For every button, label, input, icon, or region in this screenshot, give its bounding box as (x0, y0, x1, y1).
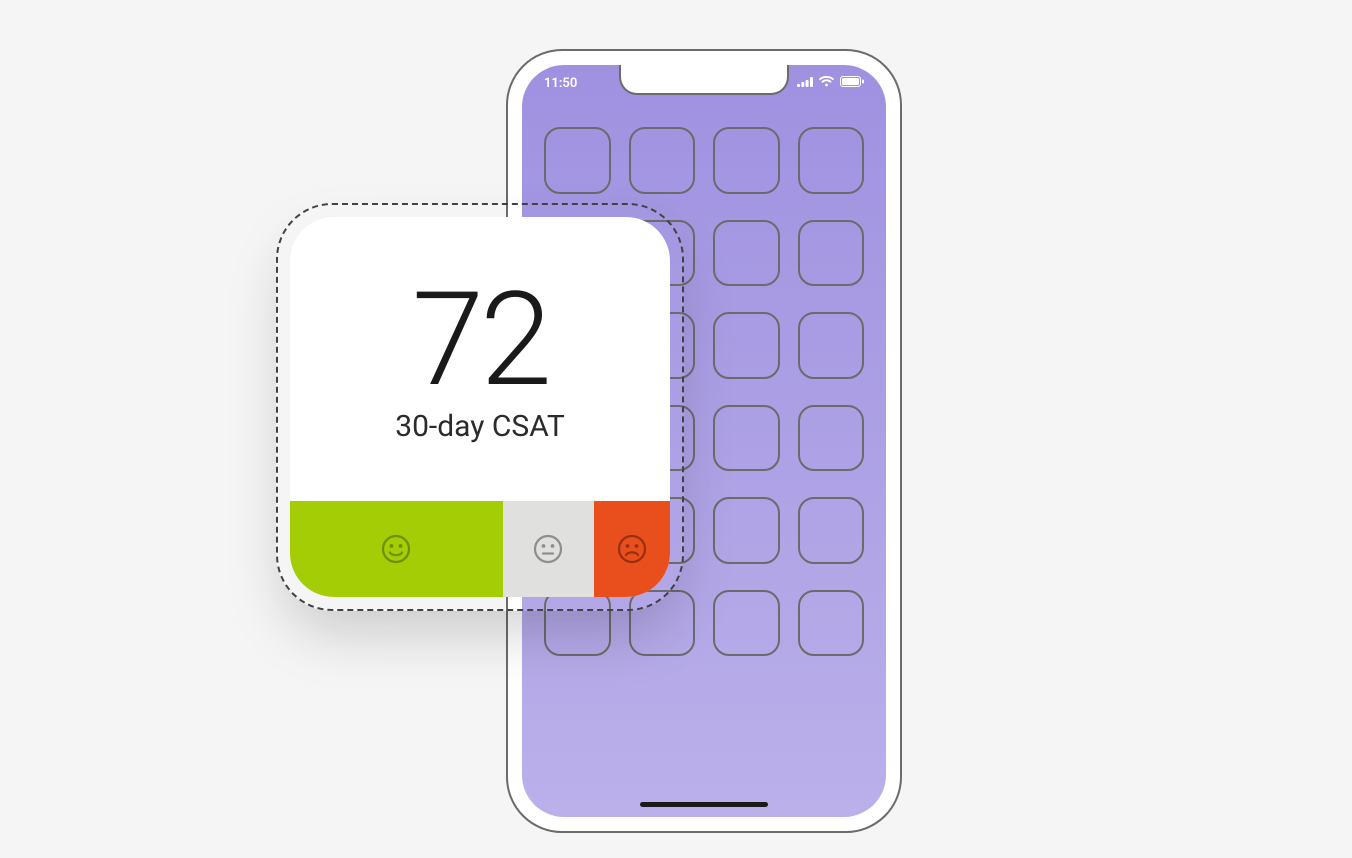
app-icon-placeholder[interactable] (798, 220, 865, 287)
app-icon-placeholder[interactable] (798, 590, 865, 657)
app-icon-placeholder[interactable] (798, 312, 865, 379)
app-icon-placeholder[interactable] (713, 590, 780, 657)
widget-body: 72 30-day CSAT (290, 217, 670, 501)
battery-icon (840, 76, 864, 91)
csat-widget[interactable]: 72 30-day CSAT (276, 203, 684, 611)
frown-icon (616, 533, 648, 565)
app-icon-placeholder[interactable] (798, 497, 865, 564)
app-icon-placeholder[interactable] (713, 497, 780, 564)
app-icon-placeholder[interactable] (798, 127, 865, 194)
phone-notch (619, 65, 789, 95)
home-indicator (640, 802, 768, 807)
segment-neutral (503, 501, 594, 597)
csat-label: 30-day CSAT (395, 409, 565, 444)
app-icon-placeholder[interactable] (629, 127, 696, 194)
status-time: 11:50 (544, 76, 577, 91)
status-indicators (797, 76, 864, 91)
app-icon-placeholder[interactable] (713, 127, 780, 194)
signal-icon (797, 76, 813, 91)
segment-positive (290, 501, 503, 597)
app-icon-placeholder[interactable] (713, 405, 780, 472)
meh-icon (532, 533, 564, 565)
app-icon-placeholder[interactable] (713, 312, 780, 379)
smile-icon (380, 533, 412, 565)
app-icon-placeholder[interactable] (544, 127, 611, 194)
app-icon-placeholder[interactable] (713, 220, 780, 287)
wifi-icon (819, 76, 834, 91)
app-icon-placeholder[interactable] (798, 405, 865, 472)
csat-score: 72 (412, 275, 548, 405)
csat-breakdown-bar (290, 501, 670, 597)
